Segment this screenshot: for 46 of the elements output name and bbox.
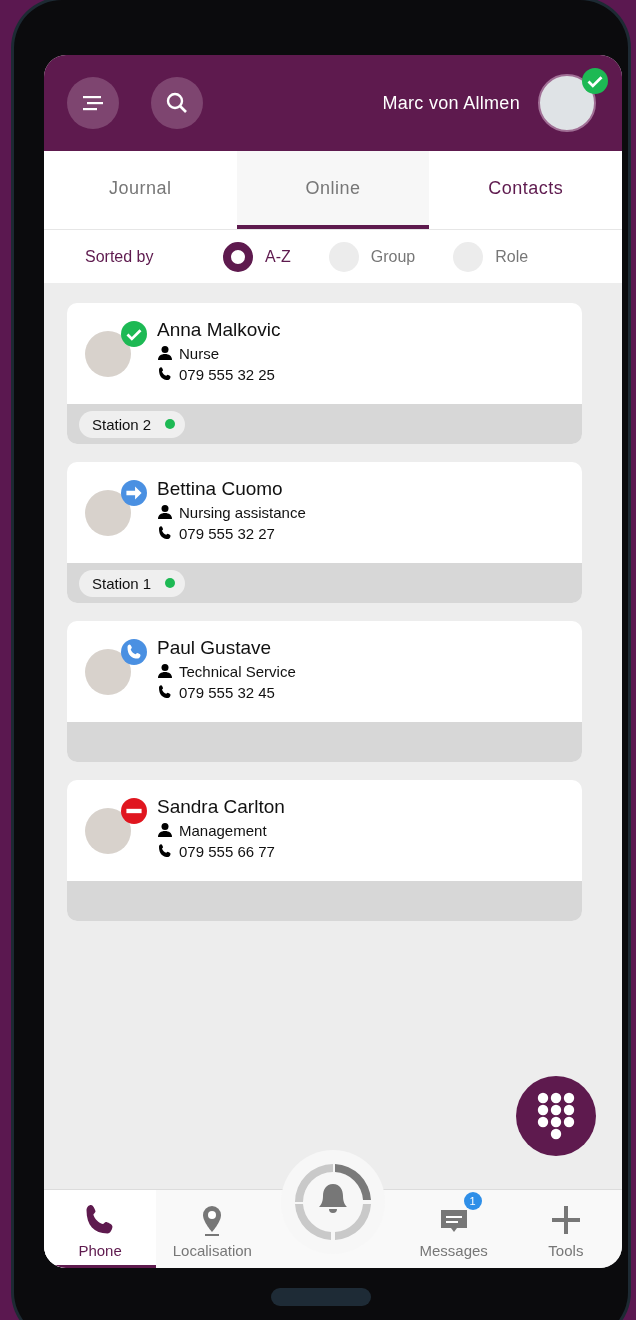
user-name: Marc von Allmen — [382, 92, 520, 114]
person-icon — [157, 663, 173, 679]
count-badge: 1 — [463, 1192, 482, 1210]
contact-name: Sandra Carlton — [157, 795, 285, 818]
avatar[interactable] — [538, 74, 596, 132]
dialpad-icon — [536, 1092, 576, 1140]
nav-item[interactable]: Localisation — [156, 1190, 269, 1268]
phone-number: 079 555 32 25 — [179, 365, 275, 383]
contact-name: Paul Gustave — [157, 636, 273, 659]
phone-icon — [157, 366, 173, 382]
phone-number: 079 555 32 27 — [179, 524, 275, 542]
contact-role: Technical Service — [179, 662, 296, 680]
contact-card[interactable]: Sandra Carlton Management 079 555 66 77 — [67, 780, 582, 921]
sort-option[interactable]: Group — [328, 241, 416, 272]
contact-card[interactable]: Paul Gustave Technical Service 079 555 32 45 — [67, 621, 582, 762]
person-icon — [157, 504, 173, 520]
phone-icon — [157, 684, 173, 700]
nav-item[interactable]: 1 Messages — [397, 1190, 510, 1268]
contact-card[interactable]: Bettina Cuomo Nursing assistance 079 555 32 27 Station 1 — [67, 462, 582, 603]
contact-role: Nursing assistance — [179, 503, 306, 521]
avatar — [85, 330, 131, 377]
avatar — [85, 648, 131, 695]
contact-role: Management — [179, 821, 267, 839]
person-icon — [157, 822, 173, 838]
sort-option[interactable]: Role — [453, 241, 529, 272]
phone-icon — [157, 843, 173, 859]
search-button[interactable] — [151, 77, 203, 129]
avatar — [85, 807, 131, 854]
contact-role: Nurse — [179, 344, 219, 362]
contact-name: Bettina Cuomo — [157, 477, 284, 500]
menu-button[interactable] — [67, 77, 119, 129]
sort-label: Sorted by — [85, 247, 155, 266]
sort-option[interactable]: A-Z — [223, 241, 291, 272]
radio-button[interactable] — [223, 241, 253, 272]
station-tag: Station 2 — [79, 410, 186, 438]
nav-item[interactable]: Phone — [44, 1190, 157, 1268]
tab[interactable]: Online — [236, 151, 430, 229]
contact-name: Anna Malkovic — [157, 318, 281, 341]
avatar — [85, 489, 131, 536]
phone-number: 079 555 32 45 — [179, 683, 275, 701]
nav-item[interactable]: Tools — [509, 1190, 622, 1268]
contact-card[interactable]: Anna Malkovic Nurse 079 555 32 25 Station 2 — [67, 303, 582, 444]
person-icon — [157, 345, 173, 361]
phone-number: 079 555 66 77 — [179, 842, 275, 860]
station-tag: Station 1 — [79, 569, 186, 597]
phone-icon — [157, 525, 173, 541]
